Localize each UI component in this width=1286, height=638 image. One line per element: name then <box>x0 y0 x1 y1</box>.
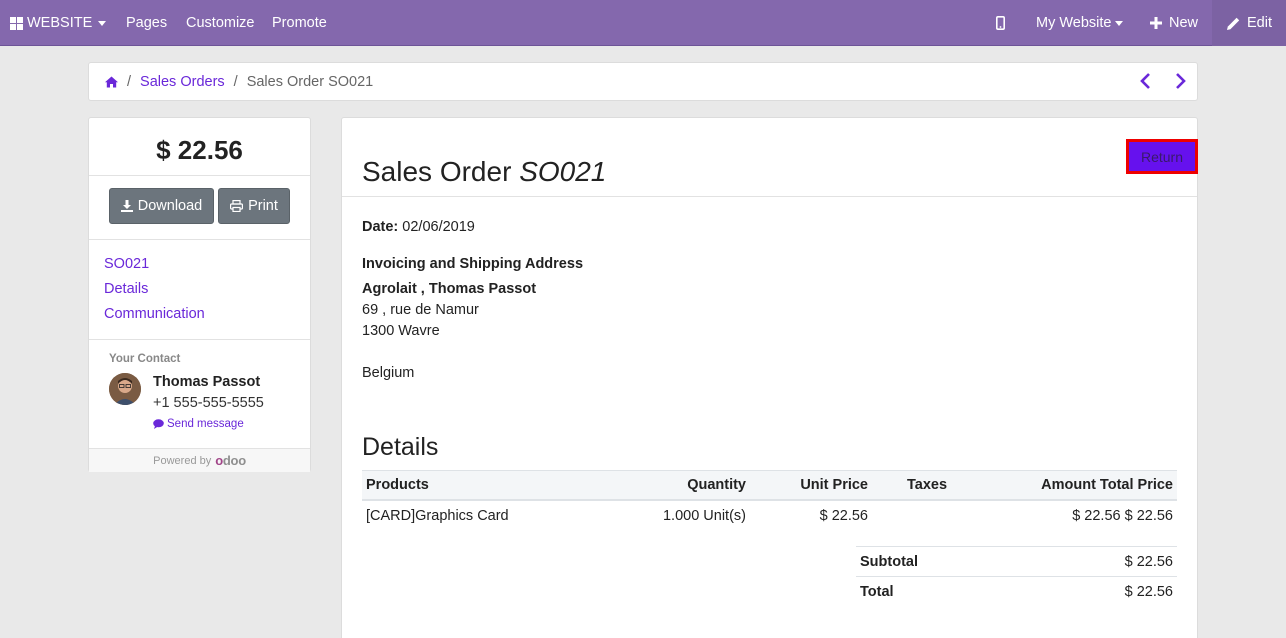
menu-customize[interactable]: Customize <box>186 0 255 46</box>
menu-promote[interactable]: Promote <box>272 0 327 46</box>
order-date: Date: 02/06/2019 <box>362 219 475 235</box>
address-name: Agrolait , Thomas Passot <box>362 281 537 297</box>
edit-label: Edit <box>1247 15 1272 31</box>
order-amount: $ 22.56 <box>156 135 243 165</box>
home-icon[interactable] <box>105 76 118 88</box>
total-row: Total $ 22.56 <box>856 576 1177 606</box>
avatar <box>109 373 141 405</box>
breadcrumb: / Sales Orders / Sales Order SO021 <box>88 62 1198 101</box>
table-row: [CARD]Graphics Card 1.000 Unit(s) $ 22.5… <box>362 501 1177 531</box>
address-street: 69 , rue de Namur <box>362 302 479 318</box>
sales-order-panel: Sales Order SO021 Return Date: 02/06/201… <box>341 117 1198 638</box>
chevron-down-icon <box>1115 20 1124 26</box>
title-reference: SO021 <box>519 156 607 187</box>
contact-phone: +1 555-555-5555 <box>153 395 264 411</box>
nav-link-so021[interactable]: SO021 <box>104 256 149 272</box>
table-header: Products Quantity Unit Price Taxes Amoun… <box>362 470 1177 501</box>
mobile-icon <box>996 16 1005 30</box>
chevron-right-icon[interactable] <box>1173 72 1187 90</box>
plus-icon <box>1150 17 1162 29</box>
order-summary-sidebar: $ 22.56 Download Print SO021 Details Com… <box>88 117 311 472</box>
divider <box>342 196 1197 197</box>
date-value: 02/06/2019 <box>402 219 475 235</box>
website-menu-label: WEBSITE <box>27 15 93 31</box>
row-product: [CARD]Graphics Card <box>366 508 509 524</box>
address-heading: Invoicing and Shipping Address <box>362 256 584 272</box>
column-products: Products <box>366 477 429 493</box>
powered-by-footer: Powered by odoo <box>89 448 310 472</box>
breadcrumb-separator: / <box>233 73 238 90</box>
row-amount: $ 22.56 $ 22.56 <box>1072 508 1173 524</box>
return-button[interactable]: Return <box>1126 139 1198 174</box>
my-website-label: My Website <box>1036 15 1112 31</box>
column-taxes: Taxes <box>907 477 948 493</box>
subtotal-label: Subtotal <box>860 554 918 570</box>
subtotal-value: $ 22.56 <box>1124 554 1173 570</box>
menu-pages[interactable]: Pages <box>126 0 167 46</box>
new-label: New <box>1169 15 1199 31</box>
powered-by-label: Powered by <box>153 454 212 467</box>
odoo-logo[interactable]: odoo <box>215 453 246 468</box>
chevron-down-icon <box>98 20 107 26</box>
nav-link-details[interactable]: Details <box>104 281 148 297</box>
breadcrumb-separator: / <box>127 73 132 90</box>
comment-icon <box>153 419 164 429</box>
apps-grid-icon <box>10 16 23 30</box>
divider <box>89 239 310 240</box>
details-title: Details <box>362 433 439 461</box>
subtotal-row: Subtotal $ 22.56 <box>856 546 1177 576</box>
page-title: Sales Order SO021 <box>362 156 606 188</box>
website-menu[interactable]: WEBSITE <box>10 0 107 46</box>
print-button[interactable]: Print <box>218 188 290 224</box>
total-label: Total <box>860 584 894 600</box>
record-pager <box>1139 72 1187 90</box>
breadcrumb-current: Sales Order SO021 <box>246 73 374 90</box>
my-website-menu[interactable]: My Website <box>1036 0 1124 46</box>
title-prefix: Sales Order <box>362 156 512 187</box>
download-label: Download <box>137 198 203 214</box>
send-message-label: Send message <box>167 418 244 430</box>
print-label: Print <box>248 198 278 214</box>
column-amount-total: Amount Total Price <box>1041 477 1173 493</box>
pencil-icon <box>1227 17 1240 30</box>
date-label: Date: <box>362 219 399 235</box>
breadcrumb-sales-orders[interactable]: Sales Orders <box>140 74 225 90</box>
send-message-link[interactable]: Send message <box>153 418 244 430</box>
edit-button[interactable]: Edit <box>1212 0 1286 46</box>
mobile-preview-button[interactable] <box>996 0 1005 46</box>
print-icon <box>230 200 244 212</box>
column-quantity: Quantity <box>687 477 746 493</box>
top-navbar: WEBSITE Pages Customize Promote My Websi… <box>0 0 1286 46</box>
contact-name: Thomas Passot <box>153 374 261 390</box>
row-unit-price: $ 22.56 <box>819 508 868 524</box>
column-unit-price: Unit Price <box>800 477 868 493</box>
download-icon <box>120 200 133 212</box>
download-button[interactable]: Download <box>109 188 214 224</box>
nav-link-communication[interactable]: Communication <box>104 306 205 322</box>
divider <box>89 339 310 340</box>
contact-title: Your Contact <box>109 353 181 365</box>
divider <box>89 175 310 176</box>
chevron-left-icon[interactable] <box>1139 72 1153 90</box>
new-button[interactable]: New <box>1150 0 1198 46</box>
total-value: $ 22.56 <box>1124 584 1173 600</box>
address-country: Belgium <box>362 365 415 381</box>
address-city: 1300 Wavre <box>362 323 440 339</box>
row-quantity: 1.000 Unit(s) <box>662 508 746 524</box>
